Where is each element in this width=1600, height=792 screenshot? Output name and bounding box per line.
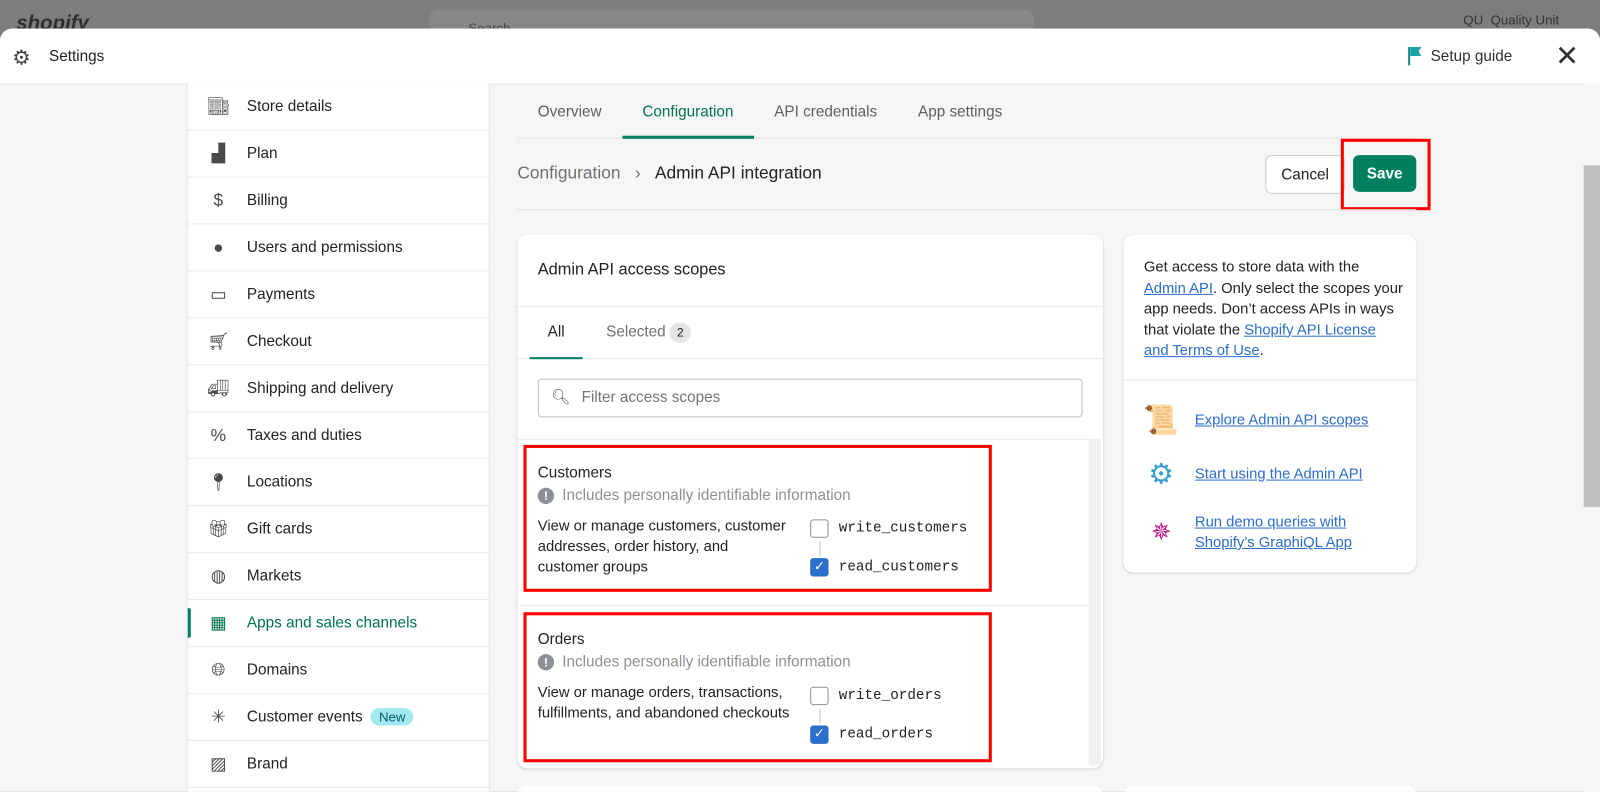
sidebar-item-taxes-and-duties[interactable]: % Taxes and duties [187, 412, 489, 460]
next-card [1123, 785, 1417, 792]
cursor-click-icon: ✳ [211, 706, 226, 727]
domain-icon: 🌐︎ [211, 659, 226, 680]
filter-scopes-field[interactable]: 🔍︎ [537, 378, 1083, 418]
scrollbar-thumb[interactable] [1583, 165, 1600, 508]
graphql-icon: ✵ [1150, 518, 1172, 546]
tab-overview[interactable]: Overview [517, 84, 622, 138]
sidebar-item-store-details[interactable]: 🏬︎ Store details [187, 84, 489, 131]
info-text: Get access to store data with the Admin … [1143, 259, 1403, 360]
user-icon: ● [213, 237, 224, 257]
sidebar-item-users-and-permissions[interactable]: ● Users and permissions [187, 224, 489, 272]
truck-icon: 🚚︎ [207, 378, 230, 398]
gear-icon: ⚙ [1148, 458, 1175, 490]
store-icon: 🏬︎ [207, 96, 230, 116]
sidebar-item-label: Billing [246, 191, 288, 210]
modal-header: ⚙ Settings Setup guide ✕ [0, 28, 1600, 85]
location-icon: 📍︎ [207, 471, 230, 492]
tax-icon: % [210, 424, 227, 445]
sidebar-item-markets[interactable]: ◍ Markets [187, 553, 489, 600]
sidebar-item-billing[interactable]: $ Billing [187, 178, 489, 225]
settings-modal: ⚙ Settings Setup guide ✕ 🏬︎ Store details… [0, 28, 1600, 792]
tab-configuration[interactable]: Configuration [621, 84, 755, 139]
globe-icon: ◍ [210, 565, 226, 586]
payments-icon: ▭ [210, 284, 227, 304]
close-icon[interactable]: ✕ [1555, 39, 1579, 73]
cancel-button[interactable]: Cancel [1265, 155, 1345, 194]
divider [517, 209, 1417, 211]
settings-sidebar: 🏬︎ Store details ▟ Plan $ Billing ● Users and p… [186, 83, 490, 792]
cart-icon: 🛒︎ [207, 331, 230, 351]
start-admin-api-link[interactable]: ⚙ Start using the Admin API [1144, 457, 1362, 492]
app-tabs: Overview Configuration API credentials App … [517, 84, 1417, 139]
sidebar-item-brand[interactable]: ▨ Brand [187, 741, 489, 788]
sidebar-item-checkout[interactable]: 🛒︎ Checkout [187, 318, 489, 366]
selected-count-badge: 2 [669, 322, 691, 343]
sidebar-item-label: Locations [246, 473, 313, 491]
graphiql-link[interactable]: ✵ Run demo queries with Shopify’s GraphiQ… [1144, 512, 1358, 553]
gift-icon: 🎁︎ [207, 518, 230, 539]
chevron-right-icon: › [634, 163, 641, 183]
billing-icon: $ [213, 190, 224, 210]
next-card [517, 785, 1104, 792]
sidebar-item-label: Taxes and duties [246, 426, 362, 444]
admin-api-link[interactable]: Admin API [1144, 280, 1213, 296]
tab-api-credentials[interactable]: API credentials [754, 84, 898, 138]
sidebar-item-plan[interactable]: ▟ Plan [187, 131, 489, 178]
brand-icon: ▨ [210, 753, 227, 773]
flag-icon [1408, 46, 1422, 66]
tab-app-settings[interactable]: App settings [898, 84, 1023, 138]
highlight-save [1340, 138, 1431, 211]
breadcrumb-current: Admin API integration [654, 163, 822, 183]
sidebar-item-label: Gift cards [246, 520, 313, 538]
scopes-scrollbar[interactable] [1088, 438, 1102, 766]
settings-gear-icon: ⚙ [12, 46, 31, 70]
sidebar-item-customer-events[interactable]: ✳ Customer events New [187, 694, 489, 741]
plan-icon: ▟ [211, 143, 226, 163]
sidebar-item-label: Payments [246, 285, 316, 304]
sidebar-item-label: Shipping and delivery [246, 379, 394, 397]
sidebar-item-label: Markets [246, 567, 302, 585]
sidebar-item-label: Domains [246, 661, 308, 679]
sidebar-item-locations[interactable]: 📍︎ Locations [187, 459, 489, 507]
scope-tabs: All Selected 2 [517, 306, 1104, 360]
modal-title: Settings [48, 47, 105, 66]
sidebar-item-label: Checkout [246, 332, 312, 350]
page-scrollbar[interactable] [1583, 83, 1600, 792]
search-icon: 🔍︎ [551, 388, 571, 407]
setup-guide-button[interactable]: Setup guide [1408, 46, 1512, 66]
sidebar-item-payments[interactable]: ▭ Payments [187, 271, 489, 319]
breadcrumb-parent[interactable]: Configuration [517, 163, 620, 183]
sidebar-item-apps-and-sales-channels[interactable]: ▦ Apps and sales channels [187, 600, 489, 647]
sidebar-item-label: Plan [246, 144, 278, 163]
tab-selected[interactable]: Selected 2 [606, 307, 691, 358]
sidebar-item-label: Brand [246, 755, 288, 773]
highlight-customers [523, 444, 992, 592]
divider [1123, 379, 1417, 381]
sidebar-item-label: Users and permissions [246, 238, 403, 257]
tab-all[interactable]: All [529, 307, 583, 360]
sidebar-item-label: Store details [246, 97, 333, 116]
user-menu: QU Quality Unit [1463, 12, 1560, 28]
apps-icon: ▦ [210, 612, 227, 633]
sidebar-item-shipping-and-delivery[interactable]: 🚚︎ Shipping and delivery [187, 365, 489, 413]
new-badge: New [370, 708, 414, 726]
breadcrumb: Configuration › Admin API integration [517, 163, 821, 183]
filter-scopes-input[interactable] [579, 387, 1074, 408]
explore-scopes-link[interactable]: 📜 Explore Admin API scopes [1143, 403, 1368, 438]
info-card: Get access to store data with the Admin … [1123, 234, 1417, 573]
scroll-icon: 📜 [1143, 404, 1180, 436]
sidebar-item-gift-cards[interactable]: 🎁︎ Gift cards [187, 506, 489, 554]
sidebar-item-domains[interactable]: 🌐︎ Domains [187, 647, 489, 694]
sidebar-item-label: Customer events [246, 708, 363, 726]
highlight-orders [523, 612, 992, 763]
scopes-card-title: Admin API access scopes [537, 261, 726, 279]
sidebar-item-label: Apps and sales channels [246, 614, 418, 632]
